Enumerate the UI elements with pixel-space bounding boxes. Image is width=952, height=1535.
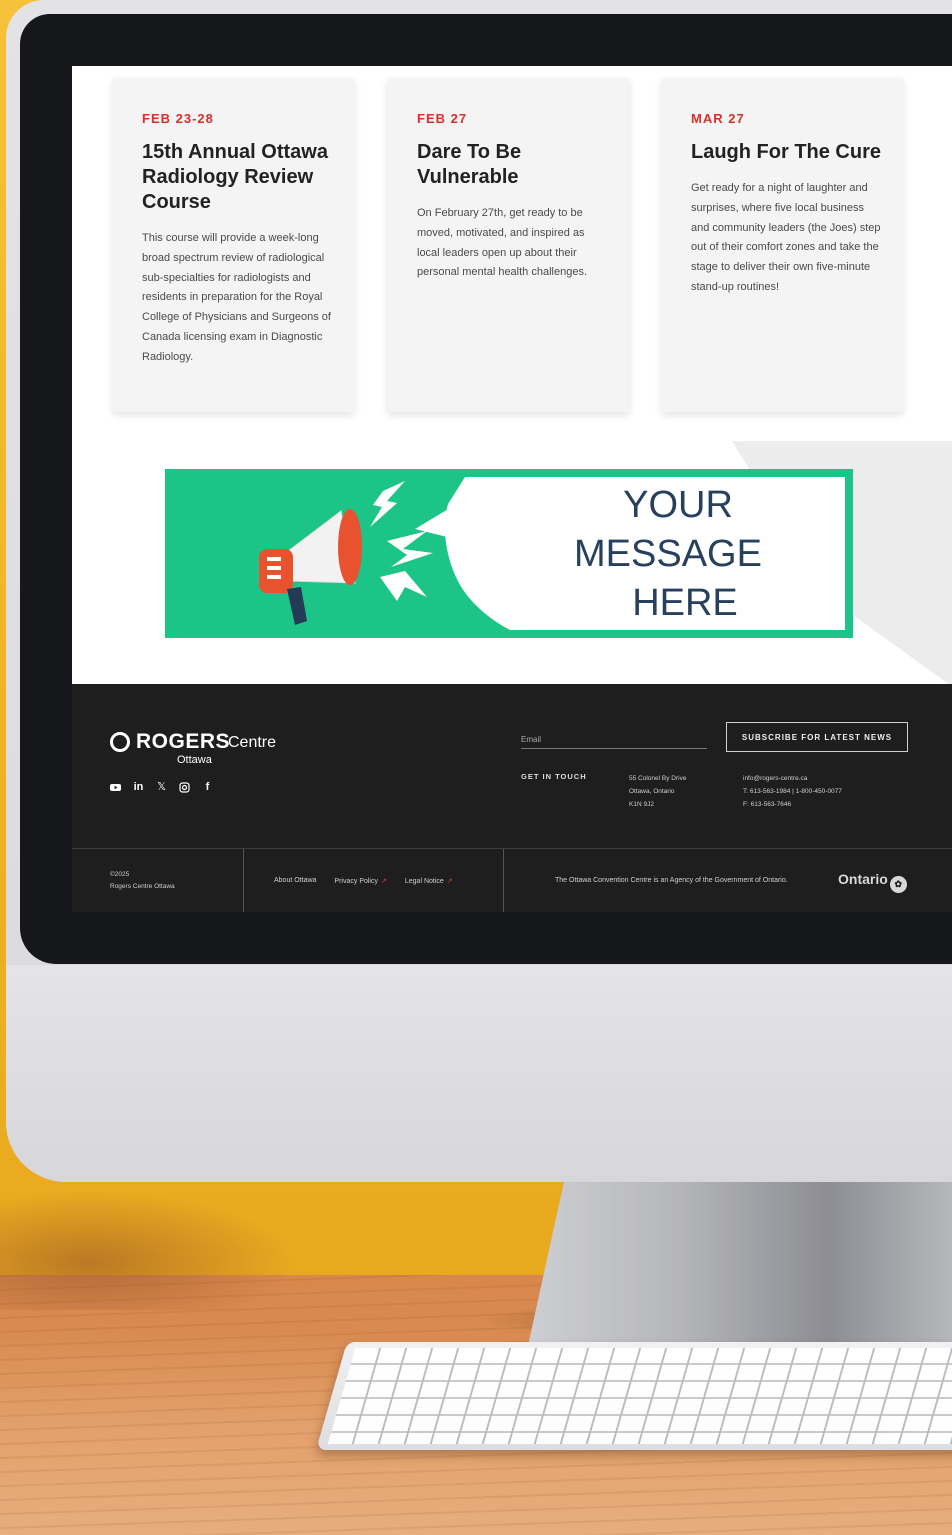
external-link-icon: ↗	[446, 878, 453, 885]
address-block: 55 Colonel By Drive Ottawa, Ontario K1N …	[629, 772, 686, 811]
ad-banner[interactable]: YOUR MESSAGE HERE	[165, 469, 853, 638]
footer-bottom-bar: ©2025 Rogers Centre Ottawa About Ottawa …	[72, 848, 952, 912]
email-field[interactable]	[521, 730, 707, 749]
banner-line-3: HERE	[632, 582, 738, 624]
privacy-policy-link[interactable]: Privacy Policy ↗	[334, 877, 386, 885]
event-date: FEB 27	[417, 111, 468, 126]
event-card-3[interactable]: MAR 27 Laugh For The Cure Get ready for …	[662, 78, 903, 412]
footer-divider	[243, 849, 244, 912]
subscribe-button[interactable]: SUBSCRIBE FOR LATEST NEWS	[726, 722, 908, 752]
about-ottawa-link[interactable]: About Ottawa	[274, 877, 316, 885]
event-title[interactable]: Laugh For The Cure	[691, 140, 883, 165]
address-line: 55 Colonel By Drive	[629, 775, 687, 782]
instagram-icon[interactable]	[179, 782, 190, 793]
lightning-bolt-1	[370, 481, 405, 527]
keyboard	[316, 1342, 952, 1450]
legal-notice-link[interactable]: Legal Notice ↗	[405, 877, 453, 885]
site-footer: ROGERS Centre Ottawa in 𝕏 f SUBSCRIBE FO…	[72, 684, 952, 912]
external-link-icon: ↗	[381, 878, 387, 885]
banner-line-2: MESSAGE	[574, 533, 762, 575]
address-line: K1N 9J2	[629, 801, 654, 808]
event-description: On February 27th, get ready to be moved,…	[417, 207, 588, 279]
footer-divider	[503, 849, 504, 912]
privacy-policy-label: Privacy Policy	[334, 878, 378, 885]
event-date: FEB 23-28	[142, 111, 214, 126]
copyright-owner: Rogers Centre Ottawa	[110, 883, 175, 890]
lightning-bolt-3	[380, 571, 427, 601]
event-title[interactable]: Dare To Be Vulnerable	[417, 140, 609, 190]
agency-statement: The Ottawa Convention Centre is an Agenc…	[555, 877, 788, 884]
desk-blur	[0, 1190, 300, 1310]
address-line: Ottawa, Ontario	[629, 788, 675, 795]
banner-line-1: YOUR	[623, 484, 733, 526]
logo-city: Ottawa	[177, 754, 212, 766]
event-description: Get ready for a night of laughter and su…	[691, 182, 881, 293]
logo-brand: ROGERS	[136, 730, 231, 753]
about-ottawa-label: About Ottawa	[274, 877, 317, 884]
logo-suffix: Centre	[228, 734, 277, 751]
contact-email-link[interactable]: info@rogers-centre.ca	[743, 772, 842, 785]
banner-message: YOUR MESSAGE HERE	[553, 481, 783, 628]
copyright-year: ©2025	[110, 871, 130, 878]
megaphone-icon	[259, 509, 362, 625]
x-icon[interactable]: 𝕏	[156, 782, 167, 793]
contact-phone[interactable]: T: 613-563-1984 | 1-800-450-0077	[743, 785, 842, 798]
lightning-bolt-2	[387, 531, 433, 567]
event-card-1[interactable]: FEB 23-28 15th Annual Ottawa Radiology R…	[113, 78, 354, 412]
website-screen: FEB 23-28 15th Annual Ottawa Radiology R…	[72, 66, 952, 912]
email-field-wrap	[521, 729, 707, 749]
keyboard-keys	[327, 1348, 952, 1444]
legal-notice-label: Legal Notice	[404, 878, 444, 885]
youtube-icon[interactable]	[110, 782, 121, 793]
contact-block: info@rogers-centre.ca T: 613-563-1984 | …	[743, 772, 842, 811]
contact-fax: F: 613-563-7646	[743, 801, 792, 808]
logo-ring-icon	[110, 732, 130, 752]
event-card-2[interactable]: FEB 27 Dare To Be Vulnerable On February…	[388, 78, 629, 412]
ontario-label: Ontario	[838, 871, 888, 887]
get-in-touch-label: GET IN TOUCH	[521, 772, 587, 781]
legal-links: About Ottawa Privacy Policy ↗ Legal Notic…	[274, 877, 453, 885]
monitor-chin	[6, 965, 952, 1182]
event-description: This course will provide a week-long bro…	[142, 232, 331, 363]
copyright: ©2025 Rogers Centre Ottawa	[110, 869, 175, 893]
social-links: in 𝕏 f	[110, 782, 213, 793]
facebook-icon[interactable]: f	[202, 782, 213, 793]
event-date: MAR 27	[691, 111, 745, 126]
ontario-logo[interactable]: Ontario ✿	[838, 871, 907, 893]
event-title[interactable]: 15th Annual Ottawa Radiology Review Cour…	[142, 140, 334, 215]
ontario-trillium-icon: ✿	[889, 876, 907, 893]
linkedin-icon[interactable]: in	[133, 782, 144, 793]
